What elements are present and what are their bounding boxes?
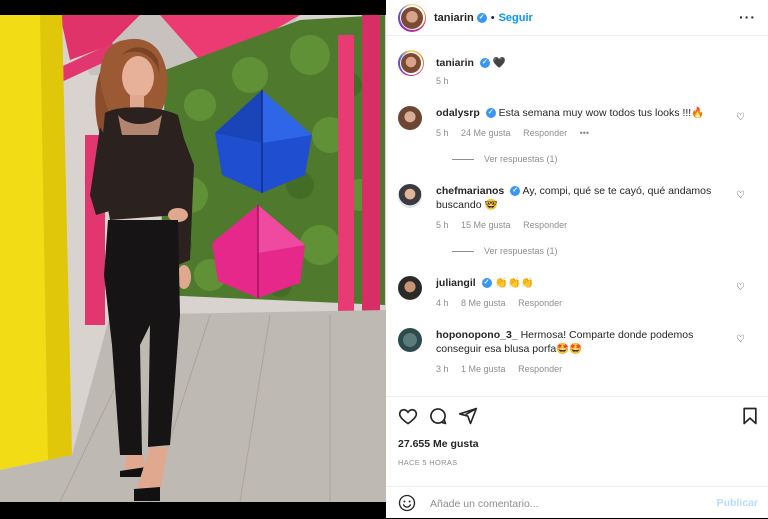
caption-avatar[interactable] bbox=[398, 50, 424, 76]
verified-icon: ✓ bbox=[510, 186, 521, 197]
reply-button[interactable]: Responder bbox=[523, 220, 567, 230]
caption-username[interactable]: taniarin bbox=[436, 57, 474, 69]
comment-username[interactable]: odalysrp bbox=[436, 107, 480, 119]
emoji-icon[interactable] bbox=[398, 494, 416, 512]
caption-time: 5 h bbox=[436, 76, 449, 86]
comment-time: 3 h bbox=[436, 364, 449, 374]
comment-username[interactable]: hoponopono_3_ bbox=[436, 329, 518, 341]
more-icon[interactable]: ··· bbox=[739, 9, 756, 25]
comment-avatar[interactable] bbox=[398, 276, 422, 300]
heart-icon[interactable]: ♡ bbox=[736, 282, 746, 293]
view-replies-button[interactable]: Ver respuestas (1) bbox=[452, 154, 558, 164]
heart-icon[interactable]: ♡ bbox=[736, 112, 746, 123]
comment-composer: Publicar bbox=[386, 486, 768, 519]
save-icon[interactable] bbox=[740, 406, 760, 426]
comment-meta: 5 h 24 Me gusta Responder ••• bbox=[436, 128, 599, 138]
likes-count[interactable]: 27.655 Me gusta bbox=[398, 438, 479, 450]
post-photo[interactable] bbox=[0, 15, 386, 502]
verified-icon: ✓ bbox=[476, 12, 487, 23]
follow-button[interactable]: Seguir bbox=[499, 12, 533, 24]
post-header: taniarin ✓ • Seguir ··· bbox=[386, 0, 768, 36]
comment-meta: 4 h 8 Me gusta Responder bbox=[436, 298, 572, 308]
reply-button[interactable]: Responder bbox=[518, 364, 562, 374]
author-username[interactable]: taniarin bbox=[434, 12, 474, 24]
comment-avatar[interactable] bbox=[398, 106, 422, 130]
comment-likes[interactable]: 15 Me gusta bbox=[461, 220, 511, 230]
comment-username[interactable]: juliangil bbox=[436, 277, 476, 289]
caption-meta: 5 h bbox=[436, 76, 459, 86]
share-icon[interactable] bbox=[458, 406, 478, 426]
comments-list: taniarin ✓ 🖤 5 h odalysrp ✓ Esta semana … bbox=[386, 36, 768, 394]
comment-text: 👏👏👏 bbox=[494, 277, 534, 289]
heart-icon[interactable] bbox=[398, 406, 418, 426]
separator-dot: • bbox=[490, 11, 495, 24]
post-timestamp: HACE 5 HORAS bbox=[398, 458, 458, 467]
comment-username[interactable]: chefmarianos bbox=[436, 185, 504, 197]
post-photo-illustration bbox=[0, 15, 386, 502]
comment-likes[interactable]: 8 Me gusta bbox=[461, 298, 506, 308]
reply-button[interactable]: Responder bbox=[518, 298, 562, 308]
comment-meta: 3 h 1 Me gusta Responder bbox=[436, 364, 572, 374]
heart-icon[interactable]: ♡ bbox=[736, 190, 746, 201]
heart-icon[interactable]: ♡ bbox=[736, 334, 746, 345]
comment-time: 5 h bbox=[436, 128, 449, 138]
verified-icon: ✓ bbox=[481, 278, 492, 289]
view-replies-button[interactable]: Ver respuestas (1) bbox=[452, 246, 558, 256]
reply-button[interactable]: Responder bbox=[523, 128, 567, 138]
caption-text: 🖤 bbox=[492, 57, 506, 69]
comment-icon[interactable] bbox=[428, 406, 448, 426]
comment-more-icon[interactable]: ••• bbox=[580, 128, 589, 138]
comment-avatar[interactable] bbox=[398, 184, 422, 208]
instagram-post-modal: taniarin ✓ • Seguir ··· taniarin ✓ 🖤 5 h bbox=[0, 0, 768, 518]
comment-time: 4 h bbox=[436, 298, 449, 308]
post-sidebar: taniarin ✓ • Seguir ··· taniarin ✓ 🖤 5 h bbox=[386, 0, 768, 518]
publish-button[interactable]: Publicar bbox=[717, 497, 758, 509]
comment-time: 5 h bbox=[436, 220, 449, 230]
comment-text: Esta semana muy wow todos tus looks !!!🔥 bbox=[498, 107, 705, 119]
verified-icon: ✓ bbox=[485, 108, 496, 119]
author-avatar[interactable] bbox=[398, 3, 426, 32]
comment-input[interactable] bbox=[428, 493, 712, 515]
comment-likes[interactable]: 1 Me gusta bbox=[461, 364, 506, 374]
comment-meta: 5 h 15 Me gusta Responder bbox=[436, 220, 577, 230]
comment-likes[interactable]: 24 Me gusta bbox=[461, 128, 511, 138]
comment-avatar[interactable] bbox=[398, 328, 422, 352]
verified-icon: ✓ bbox=[479, 58, 490, 69]
action-bar bbox=[386, 396, 768, 433]
